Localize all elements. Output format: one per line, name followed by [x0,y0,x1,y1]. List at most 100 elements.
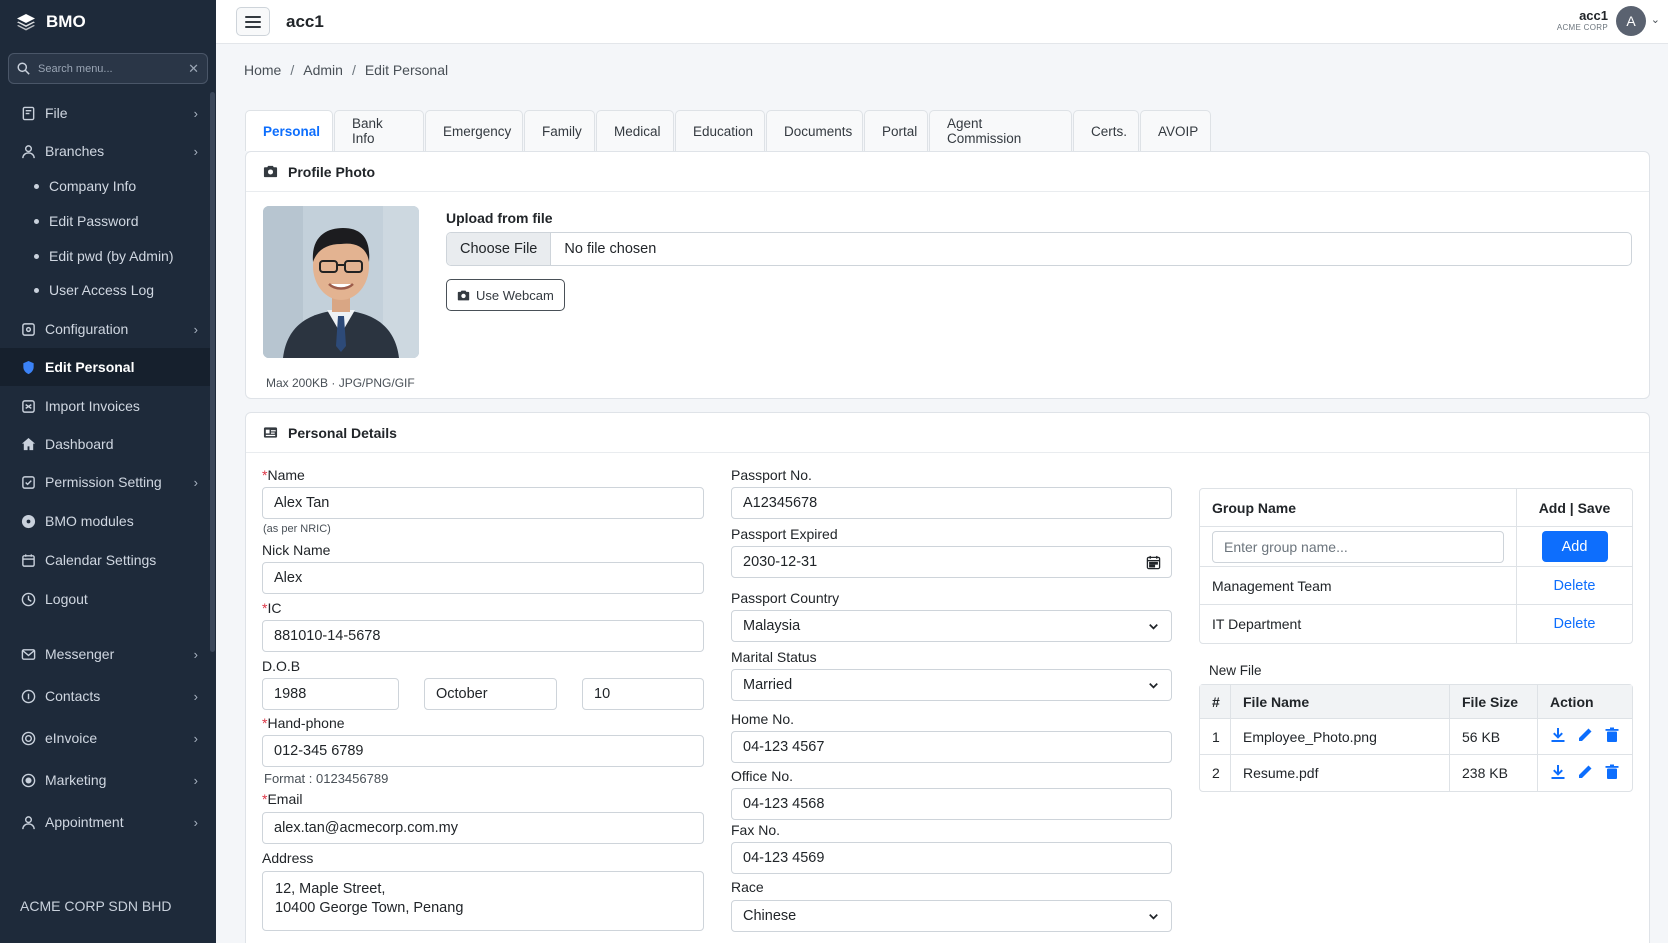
sidebar-item-user-access-log[interactable]: User Access Log [0,271,210,309]
sidebar-search-input[interactable] [38,62,181,75]
marital-status-select[interactable]: Married [731,669,1172,701]
tab-portal[interactable]: Portal [864,110,928,151]
tab-family[interactable]: Family [524,110,595,151]
race-select[interactable]: Chinese [731,900,1172,932]
passport-no-field[interactable]: A12345678 [731,487,1172,519]
menu-toggle-button[interactable] [236,7,270,36]
breadcrumb-admin[interactable]: Admin [303,62,343,78]
hamburger-icon [245,15,261,28]
sidebar-scrollbar[interactable] [210,92,215,652]
add-group-button[interactable]: Add [1541,531,1608,562]
profile-photo-header: Profile Photo [246,152,1649,192]
address-field[interactable]: 12, Maple Street, 10400 George Town, Pen… [262,871,704,931]
chevron-right-icon: › [193,474,198,490]
clear-search-icon[interactable]: ✕ [188,61,199,77]
sidebar-item-contacts[interactable]: Contacts › [0,677,210,715]
delete-group-link[interactable]: Delete [1554,578,1596,594]
tab-avoip[interactable]: AVOIP [1140,110,1211,151]
sidebar-item-einvoice[interactable]: eInvoice › [0,719,210,757]
tab-personal[interactable]: Personal [245,110,333,151]
breadcrumb-separator: / [290,62,295,78]
calendar-icon[interactable] [1146,555,1161,573]
sidebar-item-logout[interactable]: Logout [0,580,210,618]
tab-education[interactable]: Education [675,110,765,151]
sidebar-item-edit-personal[interactable]: Edit Personal [0,348,210,386]
sidebar-item-dashboard[interactable]: Dashboard [0,425,210,463]
user-name: acc1 [1579,8,1608,23]
profile-photo-card: Profile Photo Max 200KB · JPG/PNG/GIF Up… [245,151,1650,399]
home-no-field[interactable]: 04-123 4567 [731,731,1172,763]
tab-certs[interactable]: Certs. [1073,110,1139,151]
sidebar-item-messenger[interactable]: Messenger › [0,635,210,673]
profile-photo[interactable] [263,206,419,358]
sidebar-item-configuration[interactable]: Configuration › [0,310,210,348]
choose-file-button[interactable]: Choose File [447,233,552,265]
fax-no-field[interactable]: 04-123 4569 [731,842,1172,874]
name-field[interactable]: Alex Tan [262,487,704,519]
avatar[interactable]: A [1616,6,1646,36]
group-name-input[interactable]: Enter group name... [1212,530,1504,563]
sidebar-item-branches[interactable]: Branches › [0,132,210,170]
sidebar-item-bmo-modules[interactable]: BMO modules [0,502,210,540]
hand-phone-label-text: Hand-phone [267,715,345,731]
delete-group-link[interactable]: Delete [1554,616,1596,632]
sidebar-item-import-invoices[interactable]: Import Invoices [0,387,210,425]
sidebar-item-file[interactable]: File › [0,94,210,132]
file-name: Resume.pdf [1231,755,1450,791]
tab-bank-info[interactable]: Bank Info [334,110,424,151]
sidebar-item-label: Logout [45,591,88,607]
edit-icon[interactable] [1577,764,1593,783]
hand-phone-field[interactable]: 012-345 6789 [262,735,704,767]
bullet-icon [34,218,39,224]
sidebar-item-appointment[interactable]: Appointment › [0,803,210,841]
col-file-name: File Name [1231,685,1450,718]
tab-documents[interactable]: Documents [766,110,863,151]
sidebar-item-edit-password[interactable]: Edit Password [0,202,210,240]
file-actions [1538,755,1632,791]
sidebar-item-marketing[interactable]: Marketing › [0,761,210,799]
chevron-down-icon[interactable]: ⌄ [1651,13,1660,26]
nick-name-field[interactable]: Alex [262,562,704,594]
email-label-text: Email [267,791,303,807]
passport-expired-field[interactable]: 2030-12-31 [731,546,1172,578]
passport-country-select[interactable]: Malaysia [731,610,1172,642]
new-file-label: New File [1209,663,1262,678]
breadcrumb-separator: / [351,62,356,78]
dob-day-field[interactable]: 10 [582,678,704,710]
col-file-size: File Size [1450,685,1538,718]
card-title: Profile Photo [288,163,376,180]
bullet-icon [34,253,39,259]
dob-year-field[interactable]: 1988 [262,678,399,710]
sidebar-item-label: Marketing [45,772,107,788]
name-label: *Name [262,467,305,483]
tab-medical[interactable]: Medical [596,110,674,151]
ic-field[interactable]: 881010-14-5678 [262,620,704,652]
download-icon[interactable] [1550,764,1566,783]
brand-name: BMO [46,12,86,31]
user-info[interactable]: acc1 ACME CORP [1557,8,1608,32]
ic-label-text: IC [267,600,282,616]
tab-agent-commission[interactable]: Agent Commission [929,110,1072,151]
trash-icon[interactable] [1604,764,1620,783]
sidebar-item-edit-pwd-admin[interactable]: Edit pwd (by Admin) [0,237,210,275]
trash-icon[interactable] [1604,727,1620,746]
file-size: 56 KB [1450,719,1538,754]
file-upload-input[interactable]: Choose File No file chosen [446,232,1632,266]
race-value: Chinese [743,908,797,924]
breadcrumb-home[interactable]: Home [244,62,281,78]
appointment-icon [20,814,36,830]
brand[interactable]: BMO [0,0,216,44]
email-field[interactable]: alex.tan@acmecorp.com.my [262,812,704,844]
sidebar-item-company-info[interactable]: Company Info [0,167,210,205]
dob-month-field[interactable]: October [424,678,557,710]
sidebar-item-calendar-settings[interactable]: Calendar Settings [0,541,210,579]
tab-emergency[interactable]: Emergency [425,110,523,151]
chevron-right-icon: › [193,814,198,830]
group-row: Management Team Delete [1200,567,1632,605]
edit-icon[interactable] [1577,727,1593,746]
office-no-field[interactable]: 04-123 4568 [731,788,1172,820]
use-webcam-button[interactable]: Use Webcam [446,279,565,311]
sidebar-item-permission-setting[interactable]: Permission Setting › [0,463,210,501]
download-icon[interactable] [1550,727,1566,746]
col-number: # [1200,685,1231,718]
